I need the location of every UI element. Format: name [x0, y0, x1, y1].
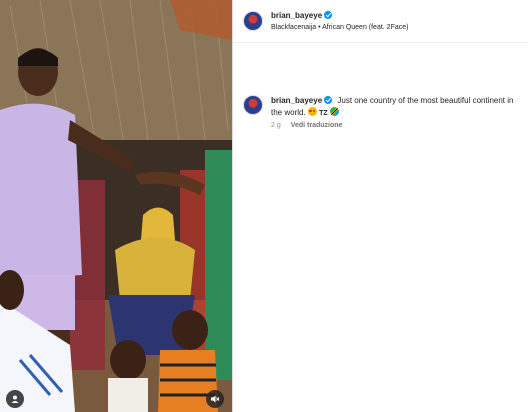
caption-flag-label: TZ	[319, 110, 328, 117]
mute-toggle-button[interactable]	[206, 390, 224, 408]
tanzania-flag-icon	[329, 107, 339, 116]
verified-badge-icon	[324, 96, 333, 104]
post-video[interactable]	[0, 0, 232, 412]
audio-track-link[interactable]: Blackfacenaija • African Queen (feat. 2F…	[271, 24, 408, 31]
heart-eyes-emoji-icon	[307, 107, 317, 116]
post-details-panel: brian_bayeye Blackfacenaija • African Qu…	[232, 0, 528, 412]
post-meta: 2 g Vedi traduzione	[271, 122, 342, 129]
user-icon	[11, 395, 19, 403]
muted-speaker-icon	[211, 395, 220, 403]
caption-row: brian_bayeye Just one country of the mos…	[233, 43, 528, 129]
verified-badge-icon	[324, 11, 333, 19]
avatar[interactable]	[243, 11, 263, 31]
author-username-text[interactable]: brian_bayeye	[271, 11, 322, 20]
post-time: 2 g	[271, 122, 281, 129]
caption-username-text[interactable]: brian_bayeye	[271, 96, 322, 105]
post-caption: brian_bayeye Just one country of the mos…	[271, 95, 521, 120]
post-header: brian_bayeye Blackfacenaija • African Qu…	[233, 0, 528, 43]
caption-username[interactable]: brian_bayeye	[271, 96, 333, 105]
caption-avatar[interactable]	[243, 95, 263, 115]
translate-link[interactable]: Vedi traduzione	[291, 122, 343, 129]
tagged-users-button[interactable]	[6, 390, 24, 408]
author-username[interactable]: brian_bayeye	[271, 11, 333, 20]
video-frame	[0, 0, 232, 412]
